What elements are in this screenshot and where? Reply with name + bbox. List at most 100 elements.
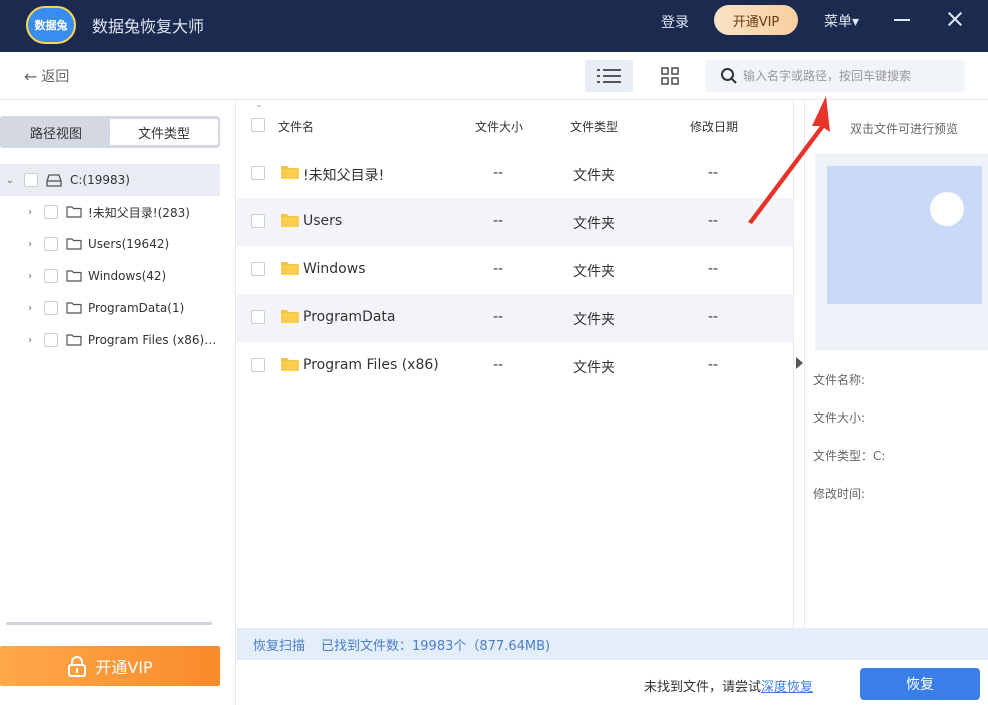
image-placeholder-icon xyxy=(827,166,982,304)
menu-dropdown[interactable]: 菜单▾ xyxy=(824,11,859,31)
tab-file-type[interactable]: 文件类型 xyxy=(110,119,218,145)
select-all-checkbox[interactable] xyxy=(251,118,265,132)
back-button[interactable]: ← 返回 xyxy=(24,66,69,86)
table-row[interactable]: Windows -- 文件夹 -- xyxy=(237,246,793,294)
vip-button-header[interactable]: 开通VIP xyxy=(714,5,798,35)
row-date: -- xyxy=(708,261,719,277)
meta-file-size: 文件大小: xyxy=(813,411,866,425)
row-name: Windows xyxy=(303,261,366,277)
meta-file-type: 文件类型：C: xyxy=(813,449,886,463)
table-row[interactable]: Program Files (x86) -- 文件夹 -- xyxy=(237,342,793,390)
row-date: -- xyxy=(708,165,719,181)
tree-item[interactable]: › Users(19642) xyxy=(0,228,220,260)
vip-button[interactable]: 开通VIP xyxy=(0,646,220,686)
checkbox[interactable] xyxy=(24,173,38,187)
row-name: Program Files (x86) xyxy=(303,357,439,373)
chevron-right-icon[interactable]: › xyxy=(22,207,38,218)
close-icon[interactable] xyxy=(944,8,966,30)
status-bar: 恢复扫描 已找到文件数：19983个（877.64MB) xyxy=(237,628,988,660)
view-tabs: 路径视图 文件类型 xyxy=(0,116,220,148)
folder-icon xyxy=(281,262,299,275)
row-checkbox[interactable] xyxy=(251,166,265,180)
tree-label: Users(19642) xyxy=(88,237,170,251)
checkbox[interactable] xyxy=(44,237,58,251)
row-checkbox[interactable] xyxy=(251,214,265,228)
row-size: -- xyxy=(493,357,504,373)
tree-item[interactable]: › ProgramData(1) xyxy=(0,292,220,324)
found-count: 已找到文件数：19983个（877.64MB) xyxy=(321,638,551,654)
chevron-right-icon[interactable]: › xyxy=(22,271,38,282)
collapse-arrow-icon[interactable] xyxy=(796,357,803,369)
row-size: -- xyxy=(493,213,504,229)
app-title: 数据兔恢复大师 xyxy=(92,17,205,36)
tree-label: Program Files (x86)(... xyxy=(87,333,220,347)
checkbox[interactable] xyxy=(44,269,58,283)
deep-recovery-link[interactable]: 深度恢复 xyxy=(761,680,813,695)
search-input[interactable] xyxy=(743,69,963,83)
list-icon xyxy=(597,69,621,83)
table-row[interactable]: ProgramData -- 文件夹 -- xyxy=(237,294,793,342)
row-name: !未知父目录! xyxy=(303,168,385,184)
tree-item[interactable]: › !未知父目录!(283) xyxy=(0,196,220,228)
toolbar: ← 返回 xyxy=(0,52,988,100)
rescan-link[interactable]: 恢复扫描 xyxy=(253,635,305,654)
sort-caret-icon[interactable]: ⌄ xyxy=(255,100,263,110)
table-row[interactable]: Users -- 文件夹 -- xyxy=(237,198,793,246)
tree-item-drive-c[interactable]: ⌄ C:(19983) xyxy=(0,164,220,196)
row-date: -- xyxy=(708,357,719,373)
scrollbar[interactable] xyxy=(6,622,212,625)
tree-item[interactable]: › Program Files (x86)(... xyxy=(0,324,220,356)
row-type: 文件夹 xyxy=(573,360,615,376)
meta-file-name: 文件名称: xyxy=(813,373,866,387)
panel-splitter[interactable] xyxy=(793,100,805,628)
row-date: -- xyxy=(708,309,719,325)
header-name[interactable]: 文件名 xyxy=(278,118,314,135)
back-label: 返回 xyxy=(41,69,70,85)
checkbox[interactable] xyxy=(43,333,58,347)
table-header: ⌄ 文件名 文件大小 文件类型 修改日期 xyxy=(237,100,793,150)
list-view-button[interactable] xyxy=(585,60,633,92)
header-date[interactable]: 修改日期 xyxy=(690,118,738,135)
folder-icon xyxy=(281,214,299,227)
grid-view-button[interactable] xyxy=(646,60,694,92)
row-size: -- xyxy=(493,165,504,181)
chevron-right-icon[interactable]: › xyxy=(22,303,38,314)
header-size[interactable]: 文件大小 xyxy=(475,118,523,135)
row-type: 文件夹 xyxy=(573,264,615,280)
chevron-right-icon[interactable]: › xyxy=(22,335,38,346)
grid-icon xyxy=(661,67,679,85)
chevron-down-icon[interactable]: ⌄ xyxy=(2,175,18,186)
checkbox[interactable] xyxy=(44,205,58,219)
minimize-icon[interactable] xyxy=(894,19,910,21)
row-type: 文件夹 xyxy=(573,312,615,328)
row-checkbox[interactable] xyxy=(251,262,265,276)
tree-label: C:(19983) xyxy=(70,173,130,187)
row-type: 文件夹 xyxy=(573,216,615,232)
row-size: -- xyxy=(493,309,504,325)
chevron-right-icon[interactable]: › xyxy=(22,239,38,250)
recover-button[interactable]: 恢复 xyxy=(860,668,980,700)
login-link[interactable]: 登录 xyxy=(661,12,689,32)
app-logo: 数据兔 xyxy=(26,6,76,44)
not-found-text: 未找到文件，请尝试 xyxy=(644,680,762,695)
folder-icon xyxy=(281,166,299,179)
table-row[interactable]: !未知父目录! -- 文件夹 -- xyxy=(237,150,793,198)
folder-icon xyxy=(66,238,82,250)
row-date: -- xyxy=(708,213,719,229)
folder-icon xyxy=(281,358,299,371)
row-checkbox[interactable] xyxy=(251,358,265,372)
search-box xyxy=(705,60,965,92)
search-icon[interactable] xyxy=(719,67,739,85)
back-arrow-icon: ← xyxy=(24,66,38,86)
tab-path-view[interactable]: 路径视图 xyxy=(4,119,108,145)
header-type[interactable]: 文件类型 xyxy=(570,118,618,135)
row-type: 文件夹 xyxy=(573,168,615,184)
row-size: -- xyxy=(493,261,504,277)
row-checkbox[interactable] xyxy=(251,310,265,324)
lock-icon xyxy=(68,656,87,677)
tree-item[interactable]: › Windows(42) xyxy=(0,260,220,292)
checkbox[interactable] xyxy=(44,301,58,315)
file-list: ⌄ 文件名 文件大小 文件类型 修改日期 !未知父目录! -- 文件夹 -- U… xyxy=(237,100,793,628)
folder-icon xyxy=(66,206,82,218)
preview-hint: 双击文件可进行预览 xyxy=(850,122,959,136)
